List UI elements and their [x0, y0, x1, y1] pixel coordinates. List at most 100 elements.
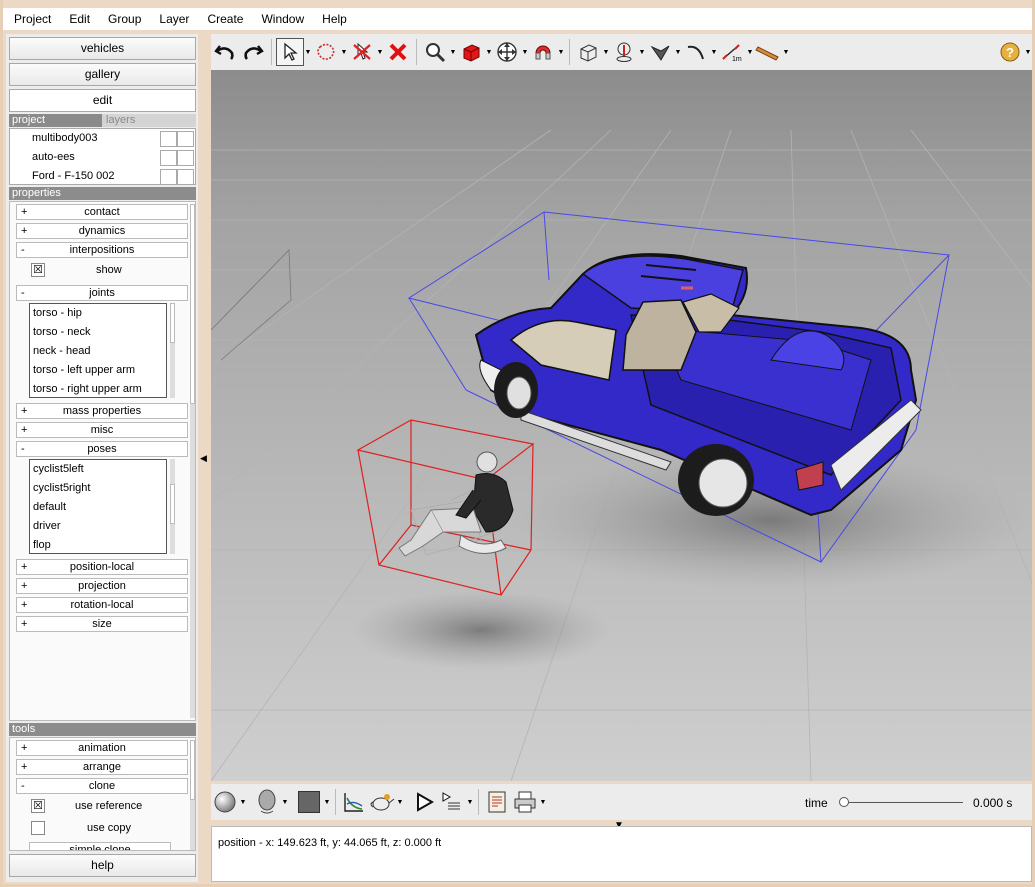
- dropdown-arrow-icon[interactable]: ▼: [239, 799, 247, 806]
- use-copy-checkbox[interactable]: [31, 821, 45, 835]
- simple-clone-button[interactable]: simple clone: [29, 842, 171, 850]
- prop-interpositions[interactable]: - interpositions: [16, 242, 188, 258]
- menu-window[interactable]: Window: [252, 12, 313, 26]
- tools-scrollbar[interactable]: [190, 740, 195, 850]
- red-cube-icon[interactable]: [457, 38, 485, 66]
- teapot-icon[interactable]: [368, 788, 396, 816]
- magnet-icon[interactable]: [529, 38, 557, 66]
- prop-rotation-local[interactable]: + rotation-local: [16, 597, 188, 613]
- visibility-toggle[interactable]: [160, 150, 177, 166]
- joints-scrollbar[interactable]: [170, 303, 175, 398]
- project-item[interactable]: auto-ees: [10, 148, 195, 167]
- vehicles-button[interactable]: vehicles: [9, 37, 196, 60]
- dropdown-arrow-icon[interactable]: ▼: [746, 49, 754, 56]
- color-swatch-icon[interactable]: [295, 788, 323, 816]
- list-item[interactable]: driver: [30, 517, 166, 536]
- list-item[interactable]: neck - head: [30, 342, 166, 361]
- sphere-icon[interactable]: [211, 788, 239, 816]
- prop-contact[interactable]: + contact: [16, 204, 188, 220]
- redo-icon[interactable]: [239, 38, 267, 66]
- lock-toggle[interactable]: [177, 131, 194, 147]
- undo-icon[interactable]: [211, 38, 239, 66]
- project-item[interactable]: multibody003: [10, 129, 195, 148]
- visibility-toggle[interactable]: [160, 131, 177, 147]
- help-button[interactable]: help: [9, 854, 196, 877]
- visibility-toggle[interactable]: [160, 169, 177, 184]
- ruler-icon[interactable]: [754, 38, 782, 66]
- curve-icon[interactable]: [682, 38, 710, 66]
- list-item[interactable]: torso - hip: [30, 304, 166, 323]
- dropdown-arrow-icon[interactable]: ▼: [710, 49, 718, 56]
- move-icon[interactable]: [493, 38, 521, 66]
- scroll-thumb[interactable]: [190, 740, 195, 800]
- dropdown-arrow-icon[interactable]: ▼: [674, 49, 682, 56]
- prop-misc[interactable]: + misc: [16, 422, 188, 438]
- dropdown-arrow-icon[interactable]: ▼: [1024, 49, 1032, 56]
- lock-toggle[interactable]: [177, 169, 194, 184]
- edit-button[interactable]: edit: [9, 89, 196, 112]
- box-icon[interactable]: [574, 38, 602, 66]
- scroll-thumb[interactable]: [190, 204, 195, 404]
- dropdown-arrow-icon[interactable]: ▼: [396, 799, 404, 806]
- dropdown-arrow-icon[interactable]: ▼: [602, 49, 610, 56]
- tool-animation[interactable]: + animation: [16, 740, 188, 756]
- poses-scrollbar[interactable]: [170, 459, 175, 554]
- prop-mass-properties[interactable]: + mass properties: [16, 403, 188, 419]
- lasso-icon[interactable]: [312, 38, 340, 66]
- menu-help[interactable]: Help: [313, 12, 356, 26]
- scroll-thumb[interactable]: [170, 484, 175, 524]
- dropdown-arrow-icon[interactable]: ▼: [539, 799, 547, 806]
- tab-project[interactable]: project: [9, 114, 102, 127]
- measure-icon[interactable]: 1m: [718, 38, 746, 66]
- select-arrow-icon[interactable]: [276, 38, 304, 66]
- menu-project[interactable]: Project: [3, 12, 60, 26]
- graph-icon[interactable]: [340, 788, 368, 816]
- prop-dynamics[interactable]: + dynamics: [16, 223, 188, 239]
- list-item[interactable]: flop: [30, 536, 166, 553]
- show-checkbox[interactable]: ☒: [31, 263, 45, 277]
- dropdown-arrow-icon[interactable]: ▼: [323, 799, 331, 806]
- prop-position-local[interactable]: + position-local: [16, 559, 188, 575]
- help-icon[interactable]: ?: [996, 38, 1024, 66]
- head-icon[interactable]: [253, 788, 281, 816]
- list-item[interactable]: cyclist5right: [30, 479, 166, 498]
- list-item[interactable]: torso - right upper arm: [30, 380, 166, 397]
- dropdown-arrow-icon[interactable]: ▼: [281, 799, 289, 806]
- prop-poses[interactable]: - poses: [16, 441, 188, 457]
- dropdown-arrow-icon[interactable]: ▼: [340, 49, 348, 56]
- gallery-button[interactable]: gallery: [9, 63, 196, 86]
- dropdown-arrow-icon[interactable]: ▼: [466, 799, 474, 806]
- dropdown-arrow-icon[interactable]: ▼: [449, 49, 457, 56]
- tool-arrange[interactable]: + arrange: [16, 759, 188, 775]
- time-slider-track[interactable]: [843, 802, 963, 803]
- dropdown-arrow-icon[interactable]: ▼: [304, 49, 312, 56]
- time-slider-handle[interactable]: [839, 797, 849, 807]
- dropdown-arrow-icon[interactable]: ▼: [521, 49, 529, 56]
- list-item[interactable]: default: [30, 498, 166, 517]
- print-icon[interactable]: [511, 788, 539, 816]
- prop-size[interactable]: + size: [16, 616, 188, 632]
- scroll-thumb[interactable]: [170, 303, 175, 343]
- prop-joints[interactable]: - joints: [16, 285, 188, 301]
- pin-icon[interactable]: [610, 38, 638, 66]
- dropdown-arrow-icon[interactable]: ▼: [557, 49, 565, 56]
- delete-icon[interactable]: [384, 38, 412, 66]
- menu-group[interactable]: Group: [99, 12, 150, 26]
- 3d-viewport[interactable]: [211, 70, 1032, 781]
- playback-options-icon[interactable]: [438, 788, 466, 816]
- plane-icon[interactable]: [646, 38, 674, 66]
- zoom-icon[interactable]: [421, 38, 449, 66]
- no-select-icon[interactable]: [348, 38, 376, 66]
- collapse-panel-icon[interactable]: ◀: [200, 450, 208, 466]
- tab-layers[interactable]: layers: [102, 114, 135, 127]
- list-item[interactable]: torso - neck: [30, 323, 166, 342]
- prop-projection[interactable]: + projection: [16, 578, 188, 594]
- report-icon[interactable]: [483, 788, 511, 816]
- list-item[interactable]: cyclist5left: [30, 460, 166, 479]
- use-reference-checkbox[interactable]: ☒: [31, 799, 45, 813]
- lock-toggle[interactable]: [177, 150, 194, 166]
- dropdown-arrow-icon[interactable]: ▼: [376, 49, 384, 56]
- menu-edit[interactable]: Edit: [60, 12, 99, 26]
- dropdown-arrow-icon[interactable]: ▼: [485, 49, 493, 56]
- properties-scrollbar[interactable]: [190, 204, 195, 718]
